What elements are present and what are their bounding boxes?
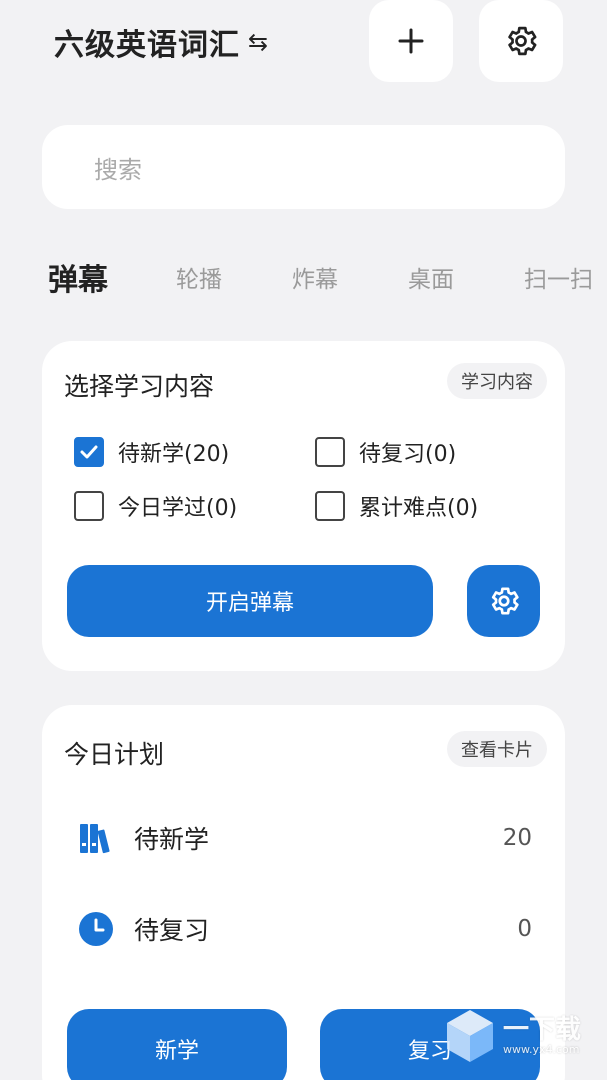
select-content-card: 选择学习内容 学习内容 待新学(20) 待复习(0) 今日学过(0) 累计难点(… (42, 341, 565, 671)
option-label: 待复习(0) (359, 442, 457, 467)
plan-count: 20 (502, 825, 532, 851)
cube-logo-icon (447, 1010, 493, 1062)
plan-row-new[interactable]: 待新学 20 (78, 813, 532, 863)
option-label: 累计难点(0) (359, 496, 479, 521)
search-input[interactable]: 搜索 (42, 125, 565, 209)
watermark-url: www.yx4.com (503, 1042, 580, 1056)
card-title: 今日计划 (64, 740, 165, 769)
plan-label: 待新学 (134, 825, 210, 854)
tab-carousel[interactable]: 轮播 (176, 260, 222, 294)
danmaku-settings-button[interactable] (467, 565, 540, 637)
tab-burst[interactable]: 炸幕 (292, 260, 338, 294)
wordbook-title[interactable]: 六级英语词汇 ⇆ (54, 20, 269, 64)
card-title: 选择学习内容 (64, 372, 215, 401)
plan-label: 待复习 (134, 916, 210, 945)
plan-row-review[interactable]: 待复习 0 (78, 904, 532, 954)
option-today-learned[interactable]: 今日学过(0) (74, 490, 237, 522)
header: 六级英语词汇 ⇆ (0, 0, 607, 84)
plan-count: 0 (517, 916, 532, 942)
option-label: 待新学(20) (118, 442, 230, 467)
checkbox[interactable] (74, 491, 104, 521)
tab-desktop[interactable]: 桌面 (408, 260, 454, 294)
plus-icon (398, 28, 424, 54)
watermark-text: 一下载 (503, 1014, 582, 1045)
option-label: 今日学过(0) (118, 496, 238, 521)
checkbox[interactable] (315, 437, 345, 467)
search-placeholder: 搜索 (94, 155, 142, 184)
watermark: 一下载 www.yx4.com (445, 1000, 595, 1072)
tab-danmaku[interactable]: 弹幕 (48, 255, 108, 299)
mode-tabs: 弹幕 轮播 炸幕 桌面 扫一扫 (48, 252, 607, 302)
learn-new-button[interactable]: 新学 (67, 1009, 287, 1080)
check-icon (80, 445, 98, 459)
add-button[interactable] (369, 0, 453, 82)
option-new[interactable]: 待新学(20) (74, 436, 229, 468)
checkbox[interactable] (315, 491, 345, 521)
option-difficult[interactable]: 累计难点(0) (315, 490, 478, 522)
option-review[interactable]: 待复习(0) (315, 436, 456, 468)
start-danmaku-button[interactable]: 开启弹幕 (67, 565, 433, 637)
gear-icon (508, 26, 537, 56)
page-title: 六级英语词汇 (54, 28, 240, 63)
checkbox-checked[interactable] (74, 437, 104, 467)
view-cards-chip[interactable]: 查看卡片 (447, 731, 547, 767)
learning-content-chip[interactable]: 学习内容 (447, 363, 547, 399)
swap-icon: ⇆ (248, 28, 270, 56)
tab-scan[interactable]: 扫一扫 (524, 260, 593, 294)
gear-icon (491, 587, 519, 615)
books-icon (80, 824, 110, 854)
clock-icon (79, 912, 113, 946)
settings-button[interactable] (479, 0, 563, 82)
